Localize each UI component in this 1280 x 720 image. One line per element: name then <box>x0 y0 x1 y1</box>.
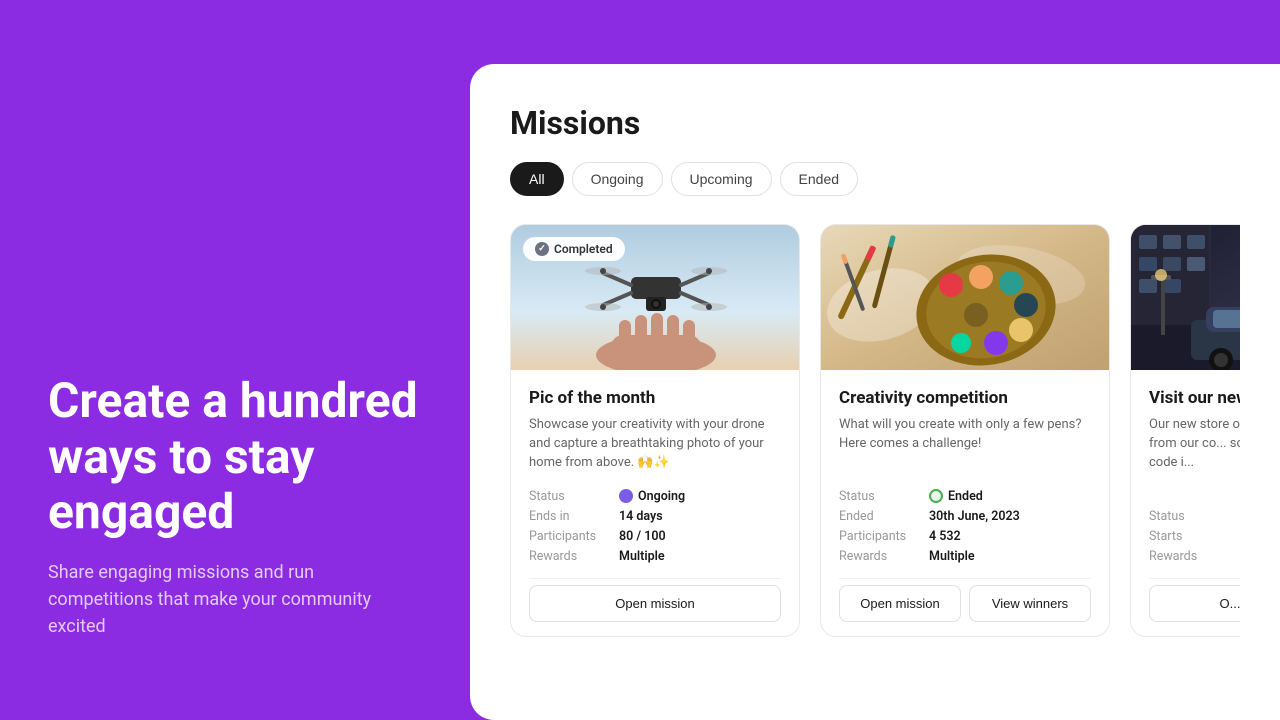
car-svg <box>1131 225 1240 370</box>
card-title-art: Creativity competition <box>839 388 1091 408</box>
meta-row-rewards: Rewards Multiple <box>529 549 781 564</box>
meta-row-rewards-car: Rewards <box>1149 549 1240 564</box>
status-label-art: Status <box>839 489 929 504</box>
card-description-drone: Showcase your creativity with your drone… <box>529 416 781 473</box>
filter-tabs: All Ongoing Upcoming Ended <box>510 162 1240 196</box>
card-body-art: Creativity competition What will you cre… <box>821 370 1109 636</box>
mission-card-art: Creativity competition What will you cre… <box>820 224 1110 637</box>
completed-label: Completed <box>554 242 613 256</box>
rewards-label-art: Rewards <box>839 549 929 564</box>
card-meta-car: Status Starts Rewards <box>1149 509 1240 564</box>
status-label: Status <box>529 489 619 504</box>
rewards-label: Rewards <box>529 549 619 564</box>
participants-value: 80 / 100 <box>619 529 666 544</box>
filter-ended[interactable]: Ended <box>780 162 858 196</box>
card-description-car: Our new store on 4... loving from our co… <box>1149 416 1240 493</box>
filter-all[interactable]: All <box>510 162 564 196</box>
filter-upcoming[interactable]: Upcoming <box>671 162 772 196</box>
card-description-art: What will you create with only a few pen… <box>839 416 1091 473</box>
mission-card-car: Visit our new Our new store on 4... lovi… <box>1130 224 1240 637</box>
card-title-car: Visit our new <box>1149 388 1240 408</box>
meta-row-starts: Starts <box>1149 529 1240 544</box>
card-title-drone: Pic of the month <box>529 388 781 408</box>
meta-row-ended: Ended 30th June, 2023 <box>839 509 1091 524</box>
card-actions-art: Open mission View winners <box>839 578 1091 622</box>
open-mission-button-car[interactable]: O... <box>1149 585 1240 622</box>
card-meta-drone: Status Ongoing Ends in 14 days Participa… <box>529 489 781 564</box>
rewards-label-car: Rewards <box>1149 549 1239 564</box>
ended-value: 30th June, 2023 <box>929 509 1020 524</box>
open-mission-button-art[interactable]: Open mission <box>839 585 961 622</box>
ongoing-dot-icon <box>619 489 633 503</box>
meta-row-ends: Ends in 14 days <box>529 509 781 524</box>
card-actions-car: O... <box>1149 578 1240 622</box>
card-image-car <box>1131 225 1240 370</box>
mission-card-drone: Completed Pic of the month Showcase your… <box>510 224 800 637</box>
art-svg <box>821 225 1109 370</box>
status-value-ongoing: Ongoing <box>619 489 685 504</box>
completed-badge: Completed <box>523 237 625 261</box>
meta-row-participants-art: Participants 4 532 <box>839 529 1091 544</box>
ended-dot-icon <box>929 489 943 503</box>
rewards-value-art: Multiple <box>929 549 975 564</box>
meta-row-rewards-art: Rewards Multiple <box>839 549 1091 564</box>
status-label-car: Status <box>1149 509 1239 524</box>
card-body-car: Visit our new Our new store on 4... lovi… <box>1131 370 1240 636</box>
meta-row-status-art: Status Ended <box>839 489 1091 504</box>
status-value-art: Ended <box>948 489 983 504</box>
rewards-value: Multiple <box>619 549 665 564</box>
status-value: Ongoing <box>638 489 685 504</box>
hero-subtitle: Share engaging missions and run competit… <box>48 559 422 640</box>
meta-row-status-car: Status <box>1149 509 1240 524</box>
starts-label: Starts <box>1149 529 1239 544</box>
meta-row-participants: Participants 80 / 100 <box>529 529 781 544</box>
page-title: Missions <box>510 104 1240 142</box>
status-ended: Ended <box>929 489 983 504</box>
participants-value-art: 4 532 <box>929 529 961 544</box>
card-image-art <box>821 225 1109 370</box>
cards-container: Completed Pic of the month Showcase your… <box>510 224 1240 637</box>
open-mission-button-drone[interactable]: Open mission <box>529 585 781 622</box>
card-meta-art: Status Ended Ended 30th June, 2023 Parti… <box>839 489 1091 564</box>
left-panel: Create a hundred ways to stay engaged Sh… <box>0 0 470 720</box>
participants-label-art: Participants <box>839 529 929 544</box>
card-actions-drone: Open mission <box>529 578 781 622</box>
meta-row-status: Status Ongoing <box>529 489 781 504</box>
card-body-drone: Pic of the month Showcase your creativit… <box>511 370 799 636</box>
view-winners-button[interactable]: View winners <box>969 585 1091 622</box>
participants-label: Participants <box>529 529 619 544</box>
ends-label: Ends in <box>529 509 619 524</box>
ended-label: Ended <box>839 509 929 524</box>
hero-title: Create a hundred ways to stay engaged <box>48 373 422 539</box>
right-panel: Missions All Ongoing Upcoming Ended <box>470 64 1280 720</box>
completed-dot-icon <box>535 242 549 256</box>
ends-value: 14 days <box>619 509 663 524</box>
card-image-drone: Completed <box>511 225 799 370</box>
filter-ongoing[interactable]: Ongoing <box>572 162 663 196</box>
